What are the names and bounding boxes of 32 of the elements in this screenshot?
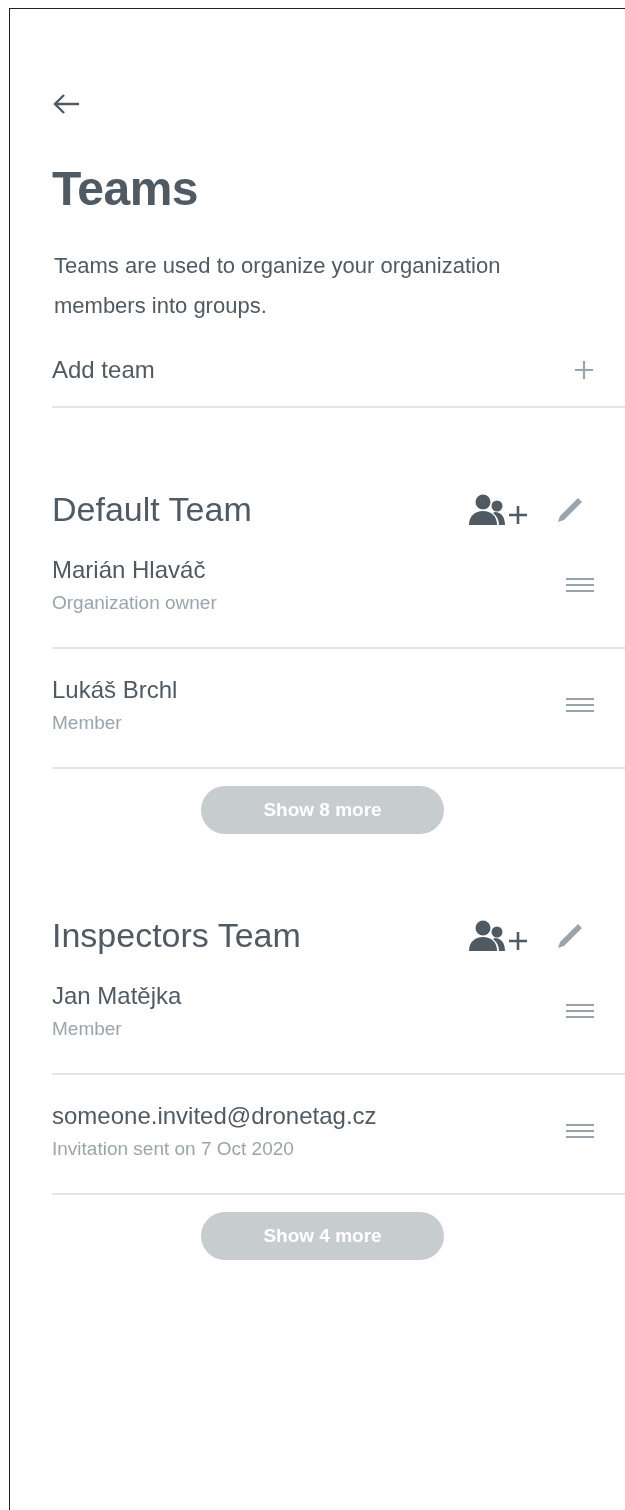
add-member-button[interactable] xyxy=(466,919,528,952)
member-name: someone.invited@dronetag.cz xyxy=(52,1102,378,1130)
edit-team-button[interactable] xyxy=(556,921,584,950)
add-people-icon xyxy=(466,919,528,952)
member-role: Member xyxy=(52,1018,123,1040)
edit-team-button[interactable] xyxy=(556,495,584,524)
member-row[interactable]: Marián Hlaváč Organization owner xyxy=(52,529,625,649)
back-arrow-icon xyxy=(52,93,80,115)
pencil-icon xyxy=(556,495,584,524)
back-button[interactable] xyxy=(52,93,80,115)
page-description: Teams are used to organize your organization members into groups. xyxy=(54,252,502,320)
add-people-icon xyxy=(466,493,528,526)
member-name: Lukáš Brchl xyxy=(52,676,179,704)
drag-handle-icon[interactable] xyxy=(566,698,594,712)
member-role: Member xyxy=(52,712,123,734)
team-name: Default Team xyxy=(52,490,253,529)
member-role: Invitation sent on 7 Oct 2020 xyxy=(52,1138,295,1160)
page-title: Teams xyxy=(52,161,200,216)
member-row[interactable]: someone.invited@dronetag.cz Invitation sent on 7 Oct 2020 xyxy=(52,1075,625,1195)
team-name: Inspectors Team xyxy=(52,916,302,955)
add-team-button[interactable]: Add team xyxy=(52,356,625,408)
member-role: Organization owner xyxy=(52,592,218,614)
member-row[interactable]: Lukáš Brchl Member xyxy=(52,649,625,769)
drag-handle-icon[interactable] xyxy=(566,578,594,592)
plus-icon xyxy=(574,360,594,380)
member-name: Marián Hlaváč xyxy=(52,556,207,584)
pencil-icon xyxy=(556,921,584,950)
add-member-button[interactable] xyxy=(466,493,528,526)
member-row[interactable]: Jan Matějka Member xyxy=(52,955,625,1075)
drag-handle-icon[interactable] xyxy=(566,1004,594,1018)
drag-handle-icon[interactable] xyxy=(566,1124,594,1138)
member-name: Jan Matějka xyxy=(52,982,183,1010)
